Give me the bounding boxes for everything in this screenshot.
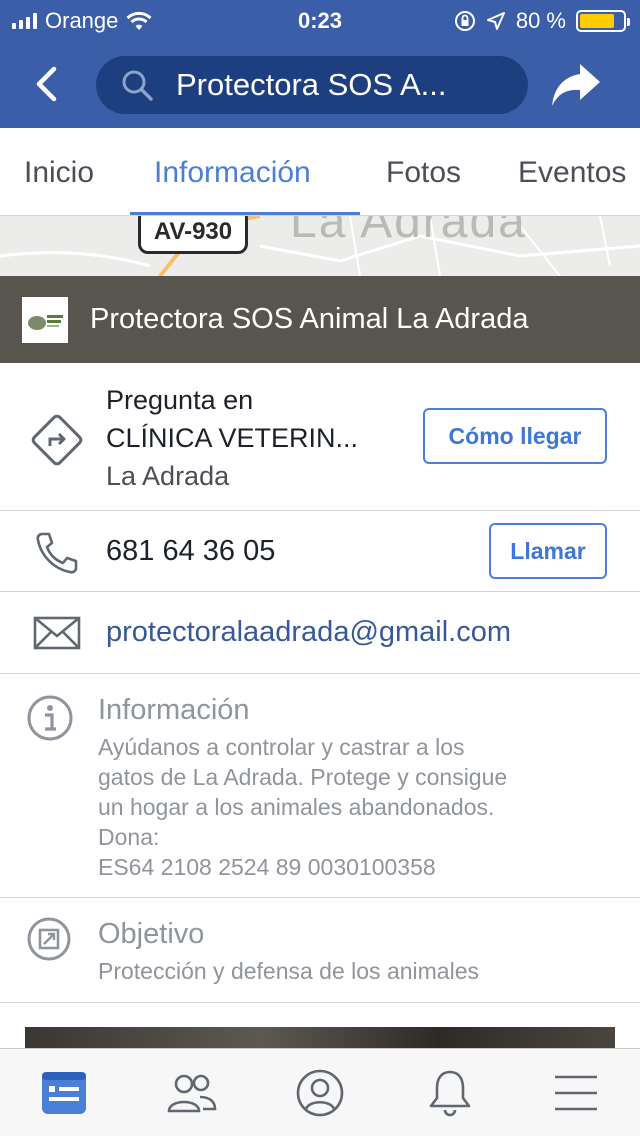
- about-title: Información: [98, 694, 250, 726]
- menu-icon: [555, 1075, 597, 1111]
- about-text: Ayúdanos a controlar y castrar a los gat…: [98, 732, 618, 882]
- friends-tab[interactable]: [166, 1067, 218, 1119]
- email-address[interactable]: protectoralaadrada@gmail.com: [106, 616, 511, 649]
- phone-number[interactable]: 681 64 36 05: [106, 535, 275, 568]
- phone-icon: [36, 532, 78, 574]
- top-bar: Orange 0:23 80 % Protectora SOS A...: [0, 0, 640, 128]
- status-bar: Orange 0:23 80 %: [0, 0, 640, 42]
- info-icon: [27, 695, 73, 741]
- tab-fotos[interactable]: Fotos: [386, 156, 461, 190]
- mail-icon: [33, 616, 81, 650]
- about-line: gatos de La Adrada. Protege y consigue: [98, 764, 508, 790]
- map-town-label: La Adrada: [290, 216, 527, 248]
- location-map[interactable]: La Adrada AV-930: [0, 216, 640, 276]
- directions-line-1: Pregunta en: [106, 385, 254, 415]
- orientation-lock-icon: [454, 11, 475, 31]
- about-line: un hogar a los animales abandonados.: [98, 794, 495, 820]
- battery-percent: 80 %: [515, 8, 566, 33]
- target-icon: [27, 917, 71, 961]
- share-arrow-icon: [552, 64, 600, 106]
- profile-icon: [296, 1069, 344, 1117]
- goal-row: Objetivo Protección y defensa de los ani…: [0, 898, 640, 1003]
- about-row: Información Ayúdanos a controlar y castr…: [0, 674, 640, 898]
- about-line: Dona:: [98, 824, 160, 850]
- directions-row: Pregunta en CLÍNICA VETERIN... La Adrada…: [0, 363, 640, 511]
- back-button[interactable]: [26, 62, 66, 106]
- share-button[interactable]: [550, 60, 602, 110]
- page-name: Protectora SOS Animal La Adrada: [90, 303, 529, 335]
- directions-line-2: CLÍNICA VETERIN...: [106, 423, 359, 453]
- directions-line-3: La Adrada: [106, 461, 230, 491]
- email-row: protectoralaadrada@gmail.com: [0, 592, 640, 674]
- bottom-navigation: [0, 1048, 640, 1136]
- photo-preview[interactable]: [25, 1027, 615, 1049]
- call-button[interactable]: Llamar: [489, 523, 607, 579]
- tab-eventos[interactable]: Eventos: [518, 156, 626, 190]
- goal-text: Protección y defensa de los animales: [98, 958, 479, 984]
- page-tabs: Inicio Información Fotos Eventos: [0, 128, 640, 216]
- profile-tab[interactable]: [294, 1067, 346, 1119]
- directions-icon: [31, 414, 83, 466]
- friends-icon: [167, 1074, 217, 1113]
- get-directions-button[interactable]: Cómo llegar: [423, 408, 607, 464]
- page-header: Protectora SOS Animal La Adrada: [0, 276, 640, 363]
- search-bar[interactable]: Protectora SOS A...: [96, 56, 528, 114]
- page-logo: [22, 296, 68, 343]
- about-line: ES64 2108 2524 89 0030100358: [98, 854, 436, 880]
- search-icon: [122, 70, 153, 101]
- news-feed-icon: [42, 1072, 86, 1114]
- menu-tab[interactable]: [550, 1067, 602, 1119]
- notifications-bell-icon: [429, 1070, 471, 1117]
- news-feed-tab[interactable]: [38, 1067, 90, 1119]
- goal-title: Objetivo: [98, 918, 205, 950]
- map-road-label: AV-930: [138, 216, 248, 254]
- back-chevron-icon: [36, 66, 57, 102]
- tab-inicio[interactable]: Inicio: [24, 156, 94, 190]
- battery-icon: [576, 10, 630, 32]
- tab-informacion[interactable]: Información: [154, 156, 311, 190]
- location-arrow-icon: [486, 12, 505, 30]
- search-query: Protectora SOS A...: [176, 67, 447, 102]
- notifications-tab[interactable]: [424, 1067, 476, 1119]
- about-line: Ayúdanos a controlar y castrar a los: [98, 734, 465, 760]
- phone-row: 681 64 36 05 Llamar: [0, 511, 640, 592]
